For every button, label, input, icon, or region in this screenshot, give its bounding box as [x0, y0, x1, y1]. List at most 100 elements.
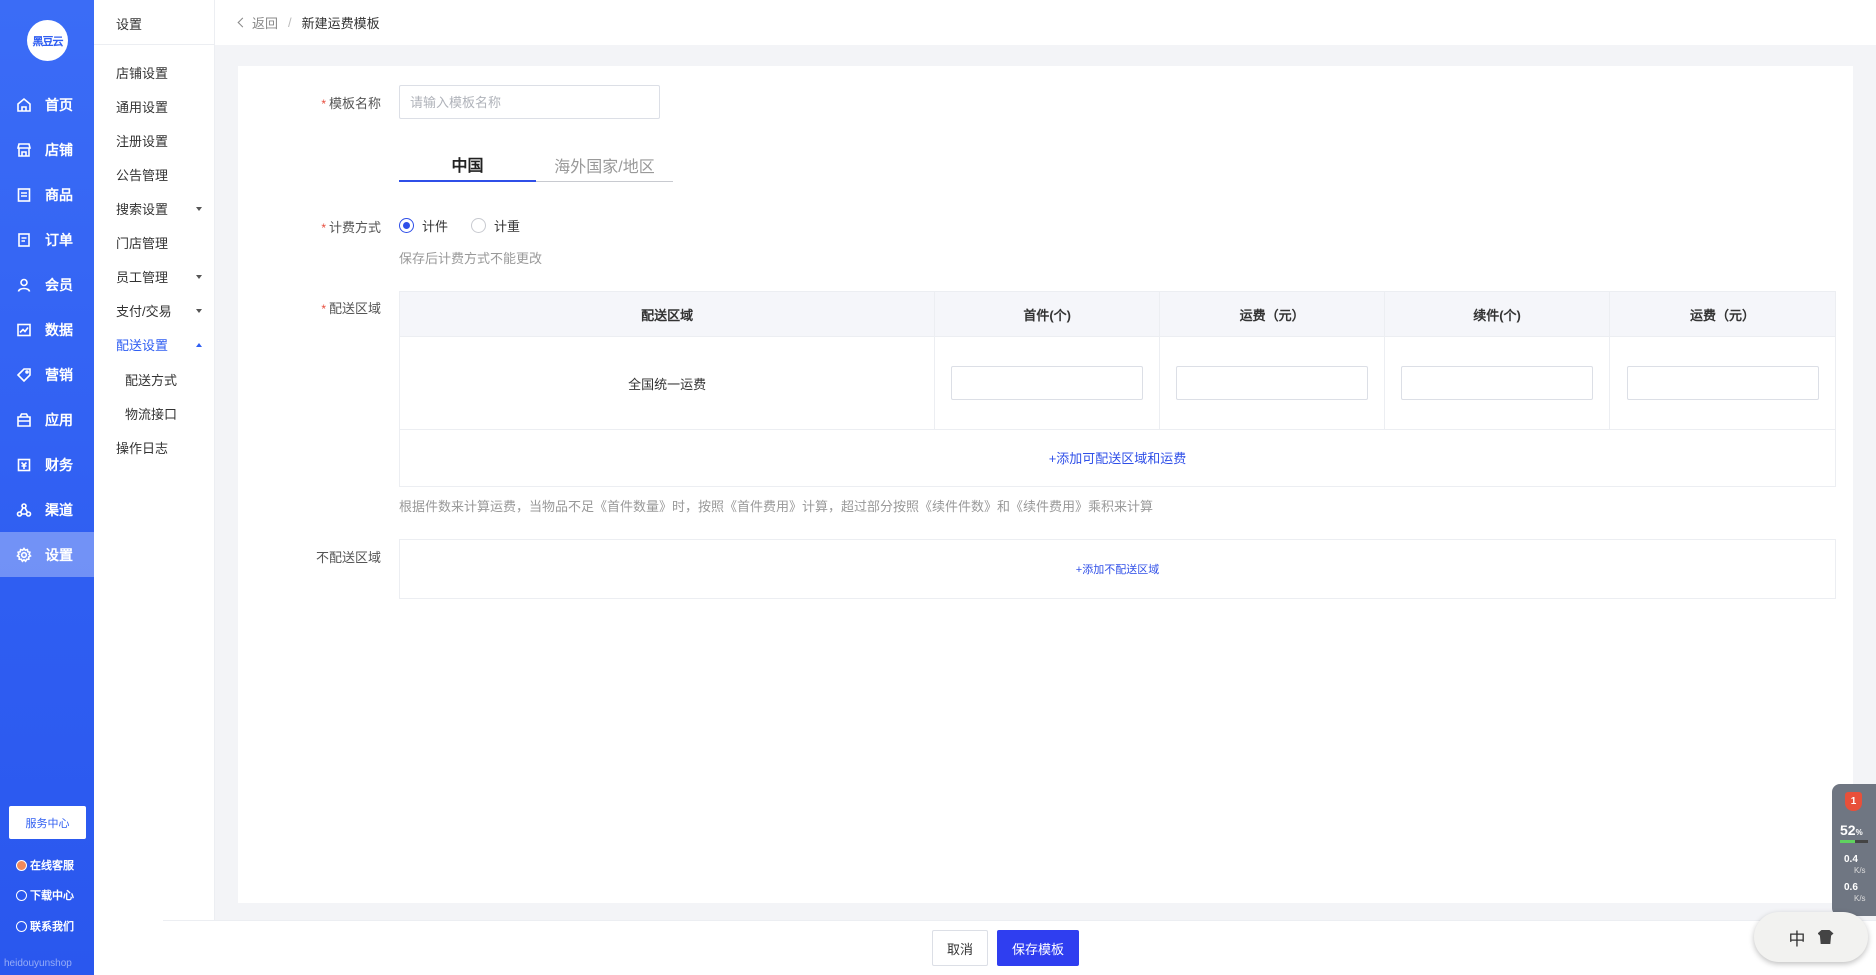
nav-item-home[interactable]: 首页: [0, 82, 94, 127]
cpu-usage: 52%: [1840, 822, 1863, 838]
cpu-usage-bar-fill: [1840, 840, 1855, 843]
billing-option-label: 计件: [422, 219, 449, 234]
cpu-usage-bar: [1840, 840, 1868, 843]
add-no-ship-area-link[interactable]: +添加不配送区域: [399, 539, 1836, 599]
back-label: 返回: [252, 16, 279, 31]
ime-mode-label[interactable]: 中: [1789, 925, 1806, 950]
nav-item-label: 应用: [45, 411, 73, 428]
upload-rate: 0.4: [1844, 854, 1858, 865]
contact-us-link[interactable]: 联系我们: [16, 918, 74, 934]
caret-down-icon: [196, 308, 202, 313]
billing-method-label-text: 计费方式: [328, 220, 381, 235]
table-row: 全国统一运费: [398, 336, 1836, 430]
column-header: 配送区域: [398, 291, 936, 337]
add-delivery-area-link[interactable]: +添加可配送区域和运费: [399, 429, 1836, 487]
billing-option-by-weight[interactable]: 计重: [471, 216, 520, 235]
table-header-row: 配送区域 首件(个) 运费（元） 续件(个) 运费（元）: [398, 291, 1836, 337]
additional-item-fee-input[interactable]: [1626, 366, 1819, 400]
subnav-item-register-settings[interactable]: 注册设置: [116, 131, 206, 150]
template-name-label-text: 模板名称: [328, 96, 381, 111]
nav-item-label: 财务: [45, 456, 73, 473]
fee-cell: [1159, 336, 1386, 430]
nav-item-finance[interactable]: 财务: [0, 442, 94, 487]
nav-item-channel[interactable]: 渠道: [0, 487, 94, 532]
subnav-item-label: 公告管理: [116, 168, 169, 183]
nav-item-label: 店铺: [45, 141, 73, 158]
nav-item-label: 营销: [45, 366, 73, 383]
settings-subnav: 设置 店铺设置 通用设置 注册设置 公告管理 搜索设置 门店管理 员工管理 支付…: [94, 0, 215, 975]
upload-rate-unit: K/s: [1854, 866, 1866, 875]
radio-checked-icon[interactable]: [399, 218, 414, 233]
additional-item-count-input[interactable]: [1401, 366, 1594, 400]
nav-item-marketing[interactable]: 营销: [0, 352, 94, 397]
system-monitor-widget[interactable]: 1 52% 0.4 K/s 0.6 K/s: [1832, 784, 1876, 916]
shield-icon: 1: [1845, 792, 1862, 811]
cpu-usage-value: 52: [1840, 822, 1856, 838]
subnav-item-label: 配送设置: [116, 338, 169, 353]
service-center-button[interactable]: 服务中心: [9, 806, 86, 839]
subnav-item-label: 通用设置: [116, 100, 169, 115]
cancel-button[interactable]: 取消: [932, 930, 988, 966]
nav-item-settings[interactable]: 设置: [0, 532, 94, 577]
subnav-item-label: 门店管理: [116, 236, 169, 251]
subnav-item-general-settings[interactable]: 通用设置: [116, 97, 206, 116]
subnav-item-announcements[interactable]: 公告管理: [116, 165, 206, 184]
online-support-label: 在线客服: [30, 860, 74, 872]
subnav-title: 设置: [116, 17, 143, 32]
subnav-item-search-settings[interactable]: 搜索设置: [116, 199, 206, 218]
download-center-label: 下载中心: [30, 890, 74, 902]
avatar-icon: [16, 859, 27, 871]
chat-icon: [16, 920, 27, 932]
nav-item-store[interactable]: 店铺: [0, 127, 94, 172]
app-icon: [16, 412, 32, 428]
column-header: 首件(个): [934, 291, 1161, 337]
subnav-item-payment[interactable]: 支付/交易: [116, 301, 206, 320]
subnav-item-staff-management[interactable]: 员工管理: [116, 267, 206, 286]
nav-item-order[interactable]: 订单: [0, 217, 94, 262]
subnav-item-label: 注册设置: [116, 134, 169, 149]
subnav-item-logistics-api[interactable]: 物流接口: [125, 404, 177, 423]
input-method-toolbar[interactable]: 中: [1754, 912, 1868, 962]
subnav-item-delivery-settings[interactable]: 配送设置: [116, 335, 206, 354]
online-support-link[interactable]: 在线客服: [16, 857, 74, 873]
brand-logo[interactable]: 黑豆云: [27, 20, 68, 61]
subnav-item-store-management[interactable]: 门店管理: [116, 233, 206, 252]
column-header: 续件(个): [1384, 291, 1610, 337]
tag-icon: [16, 367, 32, 383]
tab-overseas[interactable]: 海外国家/地区: [536, 148, 673, 182]
radio-unchecked-icon[interactable]: [471, 218, 487, 233]
nav-item-goods[interactable]: 商品: [0, 172, 94, 217]
store-icon: [16, 142, 32, 158]
nav-item-label: 首页: [45, 96, 73, 113]
skin-icon[interactable]: [1817, 930, 1834, 944]
template-name-label: * 模板名称: [291, 93, 381, 112]
order-icon: [16, 232, 32, 248]
back-link[interactable]: 返回: [237, 13, 279, 32]
template-name-input[interactable]: [399, 85, 660, 119]
channel-icon: [16, 502, 32, 518]
nav-item-member[interactable]: 会员: [0, 262, 94, 307]
download-center-link[interactable]: 下载中心: [16, 887, 74, 903]
subnav-item-delivery-methods[interactable]: 配送方式: [125, 370, 177, 389]
billing-method-group: 计件 计重: [399, 216, 543, 235]
subnav-item-store-settings[interactable]: 店铺设置: [116, 63, 206, 82]
nav-item-apps[interactable]: 应用: [0, 397, 94, 442]
nav-item-label: 商品: [45, 186, 73, 203]
subnav-item-operation-log[interactable]: 操作日志: [116, 438, 206, 457]
brand-logo-text: 黑豆云: [32, 35, 64, 48]
first-item-count-input[interactable]: [951, 366, 1144, 400]
contact-us-label: 联系我们: [30, 921, 74, 933]
billing-option-label: 计重: [494, 219, 521, 234]
region-cell: 全国统一运费: [398, 336, 936, 430]
column-header: 运费（元）: [1609, 291, 1836, 337]
save-template-button[interactable]: 保存模板: [997, 930, 1079, 966]
tab-china[interactable]: 中国: [399, 148, 536, 182]
gear-icon: [16, 546, 32, 563]
page-title: 新建运费模板: [301, 16, 380, 31]
first-item-fee-input[interactable]: [1176, 366, 1369, 400]
fee-cell: [1384, 336, 1610, 430]
nav-item-data[interactable]: 数据: [0, 307, 94, 352]
subnav-item-label: 店铺设置: [116, 66, 169, 81]
billing-option-by-piece[interactable]: 计件: [399, 216, 448, 235]
subnav-item-label: 搜索设置: [116, 202, 169, 217]
